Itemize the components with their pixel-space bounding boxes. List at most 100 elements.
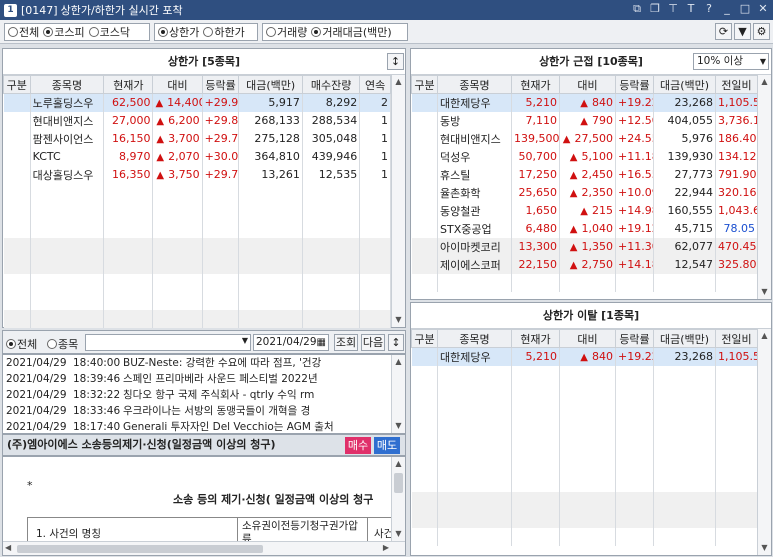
- exit-scrollbar[interactable]: ▲ ▼: [757, 329, 771, 555]
- table-row[interactable]: [411, 273, 758, 292]
- next-button[interactable]: 다음: [361, 334, 385, 351]
- query-button[interactable]: 조회: [334, 334, 358, 351]
- col-type[interactable]: 구분: [3, 75, 31, 94]
- table-row[interactable]: [411, 365, 758, 384]
- table-row[interactable]: [3, 183, 391, 202]
- table-row[interactable]: 대한제당우5,210▲840+19.2223,2681,105.52: [411, 93, 758, 112]
- col-type[interactable]: 구분: [411, 329, 438, 348]
- table-row[interactable]: [3, 309, 391, 328]
- table-row[interactable]: 팜젠사이언스16,150▲3,700+29.72275,128305,0481: [3, 129, 391, 148]
- market-radio-all[interactable]: 전체: [8, 24, 39, 40]
- market-radio-kosdaq[interactable]: 코스닥: [88, 24, 130, 40]
- pin-icon[interactable]: ⊤: [667, 2, 679, 16]
- refresh-icon[interactable]: ⟳: [715, 23, 732, 40]
- col-prev[interactable]: 전일비: [715, 329, 758, 348]
- sort-toggle-icon[interactable]: ↕: [388, 334, 404, 351]
- table-row[interactable]: STX중공업6,480▲1,040+19.1245,71578.05: [411, 219, 758, 238]
- market-radio-kospi[interactable]: 코스피: [43, 24, 85, 40]
- col-diff[interactable]: 대비: [152, 75, 203, 94]
- table-row[interactable]: [411, 401, 758, 420]
- table-row[interactable]: [411, 383, 758, 402]
- table-row[interactable]: 덕성우50,700▲5,100+11.18139,930134.12: [411, 147, 758, 166]
- table-row[interactable]: 노루홀딩스우62,500▲14,400+29.945,9178,2922: [3, 93, 391, 112]
- near-filter-select[interactable]: 10% 이상 ▼: [693, 53, 769, 70]
- table-row[interactable]: [411, 509, 758, 528]
- minimize-icon[interactable]: _: [721, 2, 733, 16]
- col-price[interactable]: 현재가: [511, 75, 560, 94]
- scroll-down-icon[interactable]: ▼: [392, 313, 405, 327]
- scroll-up-icon[interactable]: ▲: [758, 75, 771, 89]
- help-icon[interactable]: ?: [703, 2, 715, 16]
- list-item[interactable]: 2021/04/29 18:32:22 칭다오 항구 국제 주식회사 - qtrly…: [3, 387, 391, 403]
- table-row[interactable]: 율촌화학25,650▲2,350+10.0922,944320.16: [411, 183, 758, 202]
- col-amount[interactable]: 대금(백만): [653, 329, 716, 348]
- sell-button[interactable]: 매도: [374, 437, 400, 454]
- table-row[interactable]: [411, 419, 758, 438]
- col-amount[interactable]: 대금(백만): [653, 75, 716, 94]
- font-icon[interactable]: T: [685, 2, 697, 16]
- link-icon[interactable]: ⧉: [631, 2, 643, 16]
- table-row[interactable]: [3, 201, 391, 220]
- sort-radio-volume[interactable]: 거래량: [266, 24, 307, 40]
- news-date-input[interactable]: 2021/04/29 ▦: [253, 334, 329, 351]
- calendar-icon[interactable]: ▦: [317, 335, 326, 350]
- restore-icon[interactable]: ❐: [649, 2, 661, 16]
- col-cont[interactable]: 연속: [359, 75, 391, 94]
- limit-radio-upper[interactable]: 상한가: [158, 24, 199, 40]
- maximize-icon[interactable]: □: [739, 2, 751, 16]
- list-item[interactable]: 2021/04/29 18:40:00 BUZ-Neste: 강력한 수요에 따라 …: [3, 355, 391, 371]
- scroll-left-icon[interactable]: ◀: [5, 543, 11, 552]
- scroll-up-icon[interactable]: ▲: [392, 75, 405, 89]
- table-row[interactable]: [3, 219, 391, 238]
- table-row[interactable]: [411, 437, 758, 456]
- scroll-down-icon[interactable]: ▼: [392, 419, 405, 433]
- table-row[interactable]: 제이에스코퍼22,150▲2,750+14.1812,547325.80: [411, 255, 758, 274]
- table-row[interactable]: [411, 527, 758, 546]
- list-item[interactable]: 2021/04/29 18:33:46 우크라이나는 서방의 동맹국들이 개혁을 경: [3, 403, 391, 419]
- sort-radio-amount[interactable]: 거래대금(백만): [311, 24, 392, 40]
- dropdown-icon[interactable]: ▼: [734, 23, 751, 40]
- col-diff[interactable]: 대비: [559, 329, 616, 348]
- stock-search-input[interactable]: ▼: [85, 334, 251, 351]
- list-item[interactable]: 2021/04/29 18:17:40 Generali 투자자인 Del Vecc…: [3, 419, 391, 433]
- doc-hscrollbar[interactable]: ◀ ▶: [3, 541, 405, 555]
- upper-scrollbar[interactable]: ▲ ▼: [391, 75, 405, 327]
- table-row[interactable]: [411, 455, 758, 474]
- table-row[interactable]: 동양철관1,650▲215+14.98160,5551,043.67: [411, 201, 758, 220]
- table-row[interactable]: 동방7,110▲790+12.50404,0553,736.16: [411, 111, 758, 130]
- col-price[interactable]: 현재가: [103, 75, 154, 94]
- table-row[interactable]: 현대비앤지스139,500▲27,500+24.555,976186.40: [411, 129, 758, 148]
- col-amount[interactable]: 대금(백만): [238, 75, 303, 94]
- col-bid[interactable]: 매수잔량: [301, 75, 361, 94]
- scroll-down-icon[interactable]: ▼: [758, 285, 771, 299]
- col-diff[interactable]: 대비: [559, 75, 616, 94]
- col-name[interactable]: 종목명: [437, 329, 512, 348]
- scroll-up-icon[interactable]: ▲: [392, 457, 405, 471]
- table-row[interactable]: [3, 273, 391, 292]
- table-row[interactable]: [3, 291, 391, 310]
- col-rate[interactable]: 등락률: [615, 75, 654, 94]
- col-type[interactable]: 구분: [411, 75, 438, 94]
- col-name[interactable]: 종목명: [29, 75, 105, 94]
- col-name[interactable]: 종목명: [437, 75, 512, 94]
- scroll-down-icon[interactable]: ▼: [392, 527, 405, 541]
- limit-radio-lower[interactable]: 하한가: [203, 24, 245, 40]
- near-scrollbar[interactable]: ▲ ▼: [757, 75, 771, 299]
- gear-icon[interactable]: ⚙: [753, 23, 770, 40]
- scroll-down-icon[interactable]: ▼: [758, 541, 771, 555]
- table-row[interactable]: [3, 237, 391, 256]
- table-row[interactable]: 아이마켓코리13,300▲1,350+11.3062,077470.45: [411, 237, 758, 256]
- news-radio-all[interactable]: 전체: [6, 336, 37, 352]
- col-rate[interactable]: 등락률: [201, 75, 240, 94]
- table-row[interactable]: [3, 255, 391, 274]
- col-prev[interactable]: 전일비: [715, 75, 758, 94]
- table-row[interactable]: 대상홀딩스우16,350▲3,750+29.7613,26112,5351: [3, 165, 391, 184]
- list-item[interactable]: 2021/04/29 18:39:46 스페인 프리마베라 사운드 페스티벌 202…: [3, 371, 391, 387]
- table-row[interactable]: 휴스틸17,250▲2,450+16.5527,773791.90: [411, 165, 758, 184]
- doc-vscrollbar[interactable]: ▲ ▼: [391, 457, 405, 541]
- col-rate[interactable]: 등락률: [615, 329, 654, 348]
- table-row[interactable]: 대한제당우5,210▲840+19.2223,2681,105.52: [411, 347, 758, 366]
- news-scrollbar[interactable]: ▲ ▼: [391, 355, 405, 433]
- buy-button[interactable]: 매수: [345, 437, 371, 454]
- close-icon[interactable]: ✕: [757, 2, 769, 16]
